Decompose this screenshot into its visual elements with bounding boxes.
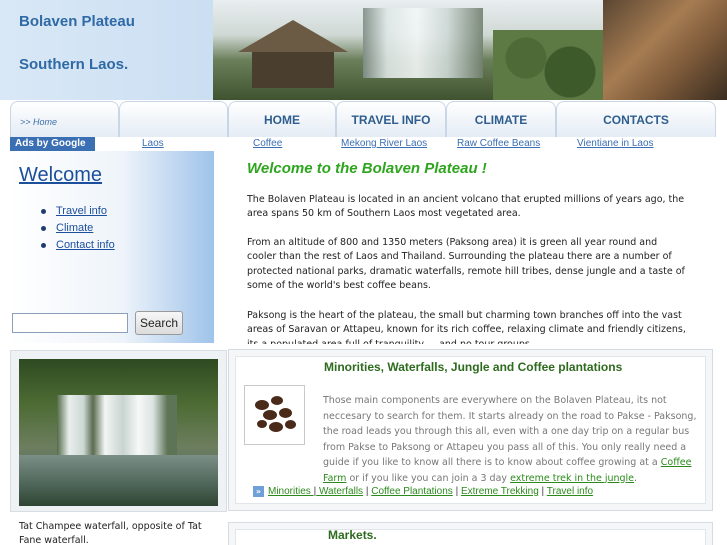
page-title: Welcome to the Bolaven Plateau ! [247,160,487,177]
sidebar-item-contact-info: Contact info [41,238,115,255]
header-banner-image [213,0,727,100]
related-link-coffee-plantations[interactable]: Coffee Plantations [371,486,453,497]
intro-paragraph-3: Paksong is the heart of the plateau, the… [247,310,686,344]
banner-people [603,0,727,100]
site-title: Bolaven Plateau [19,13,135,30]
ads-by-google-label[interactable]: Ads by Google [10,137,95,151]
ad-link-coffee[interactable]: Coffee [253,137,282,151]
intro-paragraph-1: The Bolaven Plateau is located in an anc… [247,194,685,220]
tab-travel-info-label: TRAVEL INFO [351,112,431,127]
tab-contacts[interactable]: CONTACTS [556,101,716,137]
sidebar-item-climate: Climate [41,221,115,238]
tab-climate[interactable]: CLIMATE [446,101,556,137]
sidebar-item-travel-info: Travel info [41,204,115,221]
extreme-trek-link[interactable]: extreme trek in the jungle [510,473,634,484]
related-link-extreme-trekking[interactable]: Extreme Trekking [461,486,539,497]
ad-link-laos[interactable]: Laos [142,137,164,151]
tab-home[interactable]: HOME [228,101,336,137]
related-link-waterfalls[interactable]: Waterfalls [316,486,363,497]
ad-link-mekong-river-laos[interactable]: Mekong River Laos [341,137,427,151]
info-box-minorities-title: Minorities, Waterfalls, Jungle and Coffe… [324,360,623,374]
sidebar-link-travel-info[interactable]: Travel info [56,205,107,217]
related-links: Minorities | Waterfalls | Coffee Plantat… [268,486,594,497]
tab-travel-info[interactable]: TRAVEL INFO [336,101,446,137]
site-subtitle: Southern Laos. [19,56,129,73]
sidebar-menu: Travel info Climate Contact info [41,204,115,255]
coffee-beans-image [244,385,305,445]
search-button[interactable]: Search [135,311,183,335]
sidebar-heading[interactable]: Welcome [19,164,102,187]
tab-contacts-label: CONTACTS [603,112,669,127]
related-link-travel-info[interactable]: Travel info [547,486,593,497]
sidebar-link-climate[interactable]: Climate [56,222,93,234]
intro-paragraph-2: From an altitude of 800 and 1350 meters … [247,237,685,292]
info-box-minorities-text: Those main components are everywhere on … [323,395,697,484]
breadcrumb-label: >> Home [20,117,58,127]
banner-waterfall [363,8,483,78]
double-arrow-icon: » [253,486,264,497]
banner-trees [493,30,603,100]
info-box-markets [228,522,713,545]
tab-empty[interactable] [119,101,228,137]
breadcrumb[interactable]: >> Home [10,101,119,137]
site-header: Bolaven Plateau Southern Laos. [0,0,727,100]
ad-link-vientiane-in-laos[interactable]: Vientiane in Laos [577,137,654,151]
sidebar-link-contact-info[interactable]: Contact info [56,239,115,251]
ad-link-raw-coffee-beans[interactable]: Raw Coffee Beans [457,137,540,151]
waterfall-photo[interactable] [19,359,218,506]
info-box-markets-title: Markets. [328,528,377,542]
search-input[interactable] [12,313,128,333]
tab-home-label: HOME [264,112,300,127]
photo-caption: Tat Champee waterfall, opposite of Tat F… [19,521,202,545]
related-link-minorities[interactable]: Minorities [268,486,314,497]
tab-climate-label: CLIMATE [474,112,528,127]
banner-hut [238,20,348,95]
